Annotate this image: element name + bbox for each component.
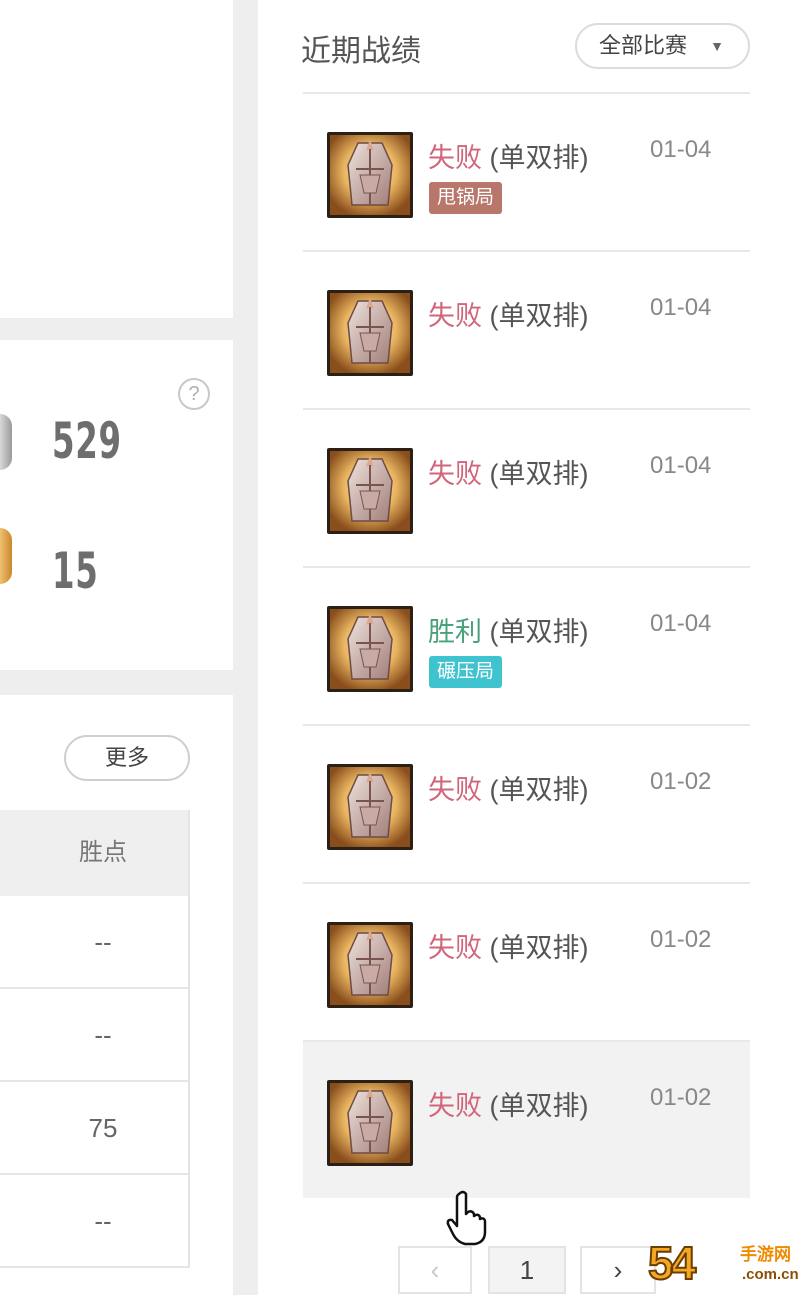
match-result-line: 失败 (单双排) <box>428 1084 589 1123</box>
match-row[interactable]: 失败 (单双排) 01-02 <box>303 1040 750 1198</box>
match-mode: (单双排) <box>489 775 589 805</box>
match-date: 01-02 <box>650 768 712 795</box>
hand-cursor-icon <box>446 1190 487 1246</box>
match-filter-dropdown[interactable]: 全部比赛 ▼ <box>575 23 750 69</box>
more-button[interactable]: 更多 <box>64 735 190 781</box>
table-cell: -- <box>0 989 188 1082</box>
match-result: 失败 <box>428 143 482 173</box>
match-result: 失败 <box>428 933 482 963</box>
profile-panel <box>0 0 233 318</box>
champion-avatar-icon <box>327 606 413 692</box>
match-mode: (单双排) <box>489 933 589 963</box>
match-date: 01-04 <box>650 136 712 163</box>
match-result: 胜利 <box>428 617 482 647</box>
gold-rank-icon <box>0 528 12 584</box>
match-row[interactable]: 失败 (单双排) 01-04 <box>303 250 750 408</box>
match-result-line: 失败 (单双排) <box>428 136 589 175</box>
match-result: 失败 <box>428 775 482 805</box>
match-result: 失败 <box>428 1091 482 1121</box>
stat-value-2: 15 <box>52 542 99 600</box>
match-date: 01-04 <box>650 294 712 321</box>
table-cell: -- <box>0 1175 188 1268</box>
champion-avatar-icon <box>327 922 413 1008</box>
match-tag-badge: 甩锅局 <box>429 182 503 214</box>
match-result: 失败 <box>428 301 482 331</box>
match-row[interactable]: 失败 (单双排) 01-02 <box>303 882 750 1040</box>
match-date: 01-04 <box>650 452 712 479</box>
match-result-line: 失败 (单双排) <box>428 452 589 491</box>
champion-avatar-icon <box>327 448 413 534</box>
match-row[interactable]: 失败 (单双排) 01-04 甩锅局 <box>303 92 750 250</box>
site-watermark-logo: 54 手游网 .com.cn <box>647 1236 799 1290</box>
match-mode: (单双排) <box>489 143 589 173</box>
match-mode: (单双排) <box>489 459 589 489</box>
filter-label: 全部比赛 <box>599 33 688 58</box>
match-date: 01-02 <box>650 926 712 953</box>
match-result-line: 失败 (单双排) <box>428 768 589 807</box>
match-mode: (单双排) <box>489 301 589 331</box>
match-row[interactable]: 失败 (单双排) 01-02 <box>303 724 750 882</box>
silver-rank-icon <box>0 414 12 470</box>
match-row[interactable]: 失败 (单双排) 01-04 <box>303 408 750 566</box>
match-date: 01-04 <box>650 610 712 637</box>
match-result-line: 胜利 (单双排) <box>428 610 589 649</box>
champion-avatar-icon <box>327 1080 413 1166</box>
column-header-win-points: 胜点 <box>0 810 188 896</box>
rank-table: 胜点 -- -- 75 -- <box>0 810 190 1268</box>
match-mode: (单双排) <box>489 1091 589 1121</box>
match-tag-badge: 碾压局 <box>429 656 503 688</box>
match-result-line: 失败 (单双排) <box>428 926 589 965</box>
match-list: 失败 (单双排) 01-04 甩锅局 失败 (单双排) 01-04 失败 (单双… <box>303 92 750 1198</box>
match-result-line: 失败 (单双排) <box>428 294 589 333</box>
champion-avatar-icon <box>327 764 413 850</box>
match-mode: (单双排) <box>489 617 589 647</box>
table-cell: -- <box>0 896 188 989</box>
chevron-down-icon: ▼ <box>710 38 724 54</box>
stat-value-1: 529 <box>52 412 122 470</box>
match-date: 01-02 <box>650 1084 712 1111</box>
pagination-next-button[interactable]: › <box>580 1246 656 1294</box>
match-result: 失败 <box>428 459 482 489</box>
pagination-current-page[interactable]: 1 <box>488 1246 566 1294</box>
pagination-prev-button[interactable]: ‹ <box>398 1246 472 1294</box>
table-cell: 75 <box>0 1082 188 1175</box>
champion-avatar-icon <box>327 290 413 376</box>
match-row[interactable]: 胜利 (单双排) 01-04 碾压局 <box>303 566 750 724</box>
recent-matches-title: 近期战绩 <box>301 35 421 68</box>
help-icon[interactable]: ? <box>178 378 210 410</box>
champion-avatar-icon <box>327 132 413 218</box>
